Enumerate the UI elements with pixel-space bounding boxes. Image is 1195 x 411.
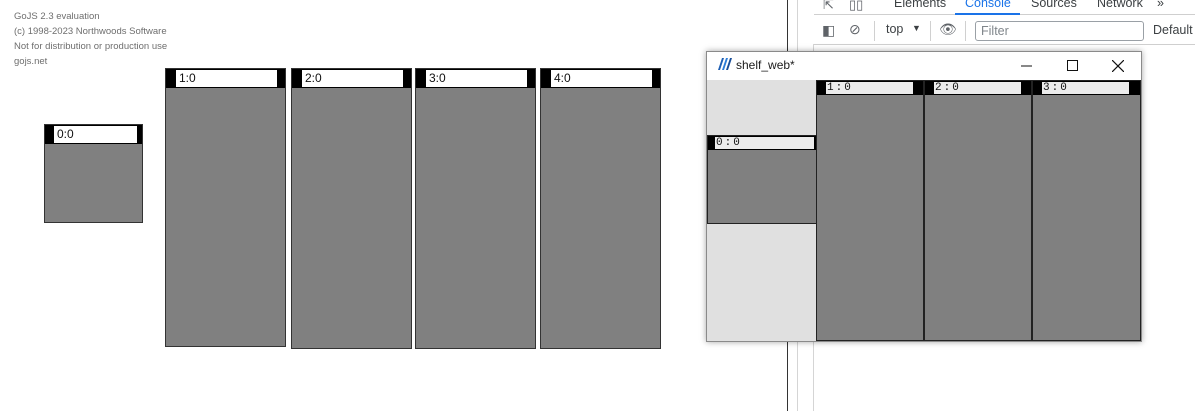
more-tabs-icon[interactable]: » xyxy=(1157,0,1164,10)
chevron-down-icon[interactable]: ▼ xyxy=(912,23,921,33)
app-logo-icon xyxy=(718,58,732,70)
shelf-label[interactable]: 0:0 xyxy=(715,137,814,149)
shelf-label[interactable]: 2:0 xyxy=(302,70,403,87)
shelf-label[interactable]: 1:0 xyxy=(826,82,913,94)
shelf-node[interactable]: 1:0 xyxy=(816,80,924,341)
clear-console-icon[interactable]: ⊘ xyxy=(849,21,861,38)
tab-elements[interactable]: Elements xyxy=(894,0,946,10)
close-button[interactable] xyxy=(1095,53,1141,78)
shelf-node[interactable]: 3:0 xyxy=(1032,80,1141,341)
shelf-label[interactable]: 0:0 xyxy=(54,126,137,143)
inspect-element-icon[interactable]: ⇱ xyxy=(823,0,834,13)
watermark-line: (c) 1998-2023 Northwoods Software xyxy=(14,26,167,37)
log-levels-dropdown[interactable]: Default xyxy=(1153,23,1193,37)
watermark-line: gojs.net xyxy=(14,56,48,67)
context-selector[interactable]: top xyxy=(886,22,903,36)
shelf-label[interactable]: 1:0 xyxy=(176,70,277,87)
close-icon xyxy=(1112,59,1124,72)
window-title: shelf_web* xyxy=(736,58,795,72)
watermark-line: Not for distribution or production use xyxy=(14,41,168,52)
tab-network[interactable]: Network xyxy=(1097,0,1143,10)
filter-input[interactable] xyxy=(975,21,1144,41)
shelf-node[interactable]: 2:0 xyxy=(291,68,412,349)
shelf-node[interactable]: 4:0 xyxy=(540,68,661,349)
watermark-line: GoJS 2.3 evaluation xyxy=(14,11,100,22)
shelf-node[interactable]: 0:0 xyxy=(44,124,143,223)
shelf-node[interactable]: 3:0 xyxy=(415,68,536,349)
shelf-label[interactable]: 2:0 xyxy=(934,82,1021,94)
tab-console[interactable]: Console xyxy=(965,0,1011,10)
tab-sources[interactable]: Sources xyxy=(1031,0,1077,10)
device-toolbar-icon[interactable]: ▯▯ xyxy=(849,0,863,13)
shelf-node[interactable]: 2:0 xyxy=(924,80,1032,341)
minimize-icon xyxy=(1020,65,1032,67)
maximize-button[interactable] xyxy=(1049,53,1095,78)
window-canvas[interactable]: 0:0 1:0 2:0 3:0 xyxy=(707,80,1141,341)
shelf-node[interactable]: 1:0 xyxy=(165,68,286,347)
sidebar-toggle-icon[interactable]: ◧ xyxy=(822,22,835,39)
toolbar-divider xyxy=(965,21,966,41)
shelf-node[interactable]: 0:0 xyxy=(707,135,822,224)
shelf-label[interactable]: 3:0 xyxy=(426,70,527,87)
live-expression-eye-icon[interactable]: 👁 xyxy=(939,21,957,38)
app-window[interactable]: shelf_web* 0:0 1:0 2:0 3:0 xyxy=(706,51,1142,342)
shelf-label[interactable]: 4:0 xyxy=(551,70,652,87)
active-tab-indicator xyxy=(955,13,1020,15)
maximize-icon xyxy=(1066,60,1078,71)
toolbar-divider xyxy=(930,21,931,41)
gojs-watermark: GoJS 2.3 evaluation (c) 1998-2023 Northw… xyxy=(14,9,167,69)
minimize-button[interactable] xyxy=(1003,53,1049,78)
toolbar-divider xyxy=(874,21,875,41)
shelf-label[interactable]: 3:0 xyxy=(1042,82,1129,94)
